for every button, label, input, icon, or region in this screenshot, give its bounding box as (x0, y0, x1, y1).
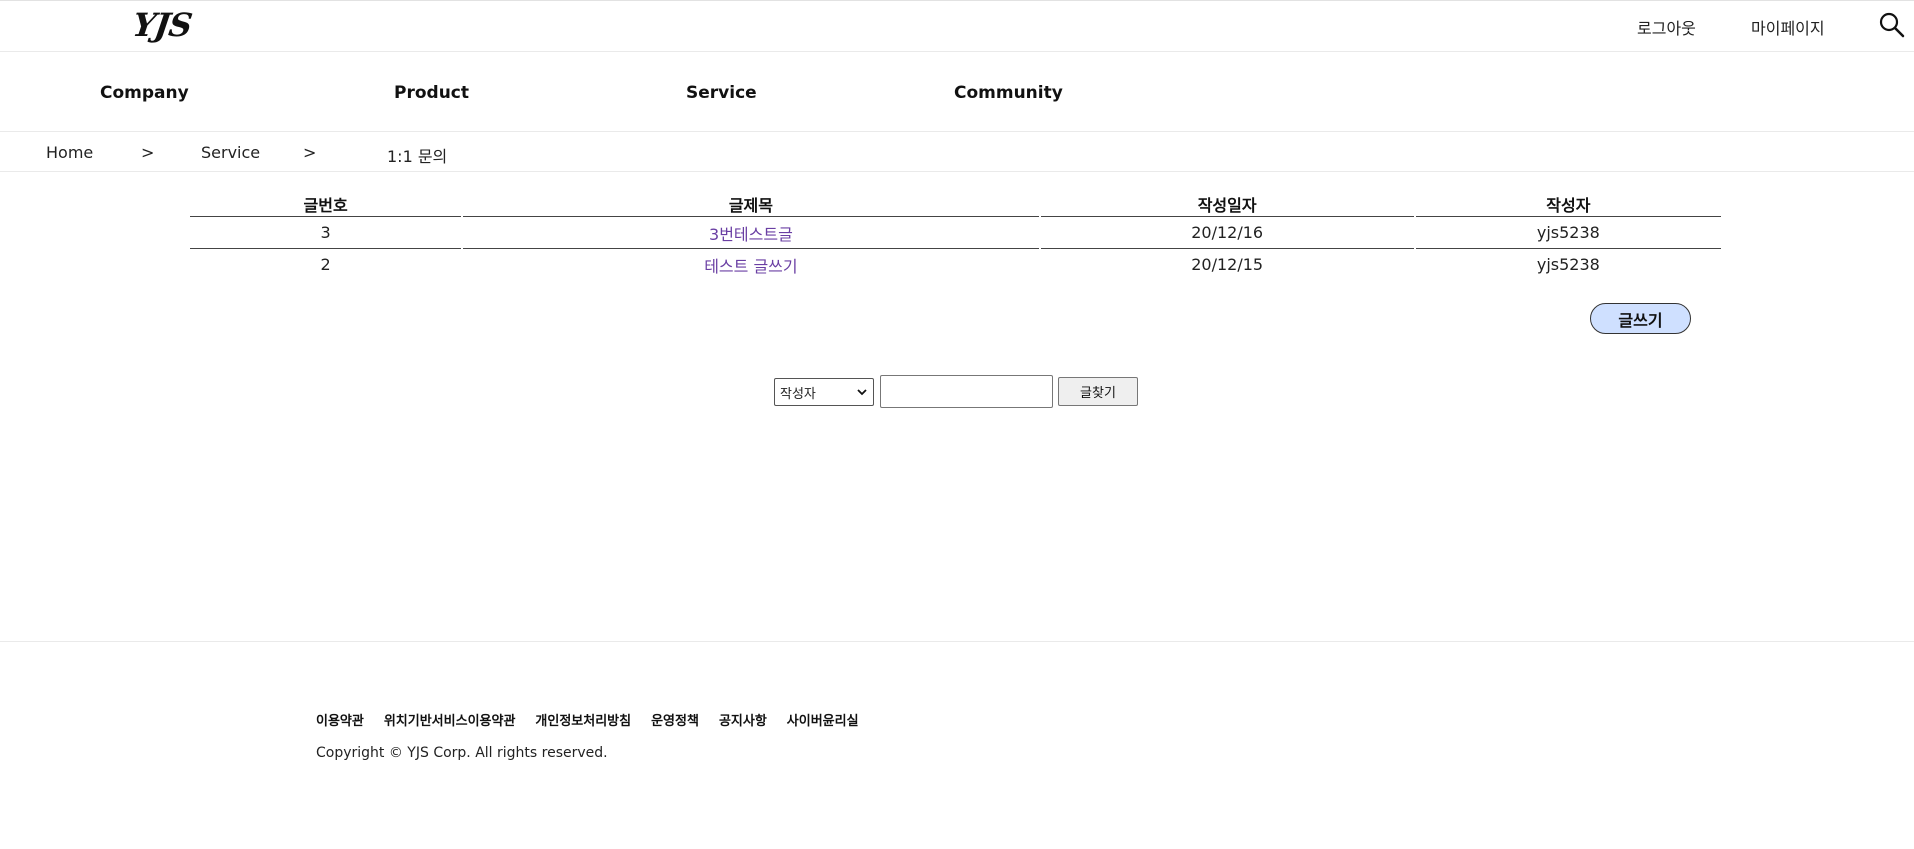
footer-link-policy[interactable]: 운영정책 (651, 710, 699, 729)
breadcrumb-current: 1:1 문의 (387, 147, 448, 166)
search-icon[interactable] (1879, 12, 1905, 38)
nav-service[interactable]: Service (686, 83, 757, 103)
search-field-select[interactable]: 작성자 (774, 378, 874, 406)
column-header-date: 작성일자 (1040, 192, 1414, 217)
column-header-title: 글제목 (463, 192, 1039, 217)
footer-links: 이용약관 위치기반서비스이용약관 개인정보처리방침 운영정책 공지사항 사이버윤… (316, 710, 859, 729)
post-date: 20/12/15 (1191, 255, 1264, 274)
breadcrumb-separator: > (141, 143, 155, 162)
breadcrumb-separator: > (303, 143, 317, 162)
site-logo[interactable]: YJS (130, 6, 193, 44)
top-border (0, 0, 1914, 1)
post-date: 20/12/16 (1040, 217, 1414, 249)
write-post-button[interactable]: 글쓰기 (1590, 303, 1691, 334)
column-header-author: 작성자 (1415, 192, 1721, 217)
nav-divider (0, 131, 1914, 132)
table-row: 3 3번테스트글 20/12/16 yjs5238 (190, 217, 1721, 249)
chevron-down-icon (857, 389, 867, 396)
post-title-link[interactable]: 테스트 글쓰기 (704, 257, 797, 276)
footer-link-terms[interactable]: 이용약관 (316, 710, 364, 729)
post-author: yjs5238 (1536, 255, 1600, 274)
post-number: 2 (320, 255, 331, 274)
post-title-link[interactable]: 3번테스트글 (709, 225, 793, 244)
breadcrumb-home[interactable]: Home (46, 143, 93, 162)
column-header-number: 글번호 (190, 192, 462, 217)
footer-link-location-terms[interactable]: 위치기반서비스이용약관 (384, 710, 516, 729)
nav-company[interactable]: Company (100, 83, 189, 103)
search-input[interactable] (880, 375, 1053, 408)
logout-link[interactable]: 로그아웃 (1637, 15, 1696, 39)
footer-link-privacy[interactable]: 개인정보처리방침 (535, 710, 631, 729)
breadcrumb-divider (0, 171, 1914, 172)
nav-community[interactable]: Community (954, 83, 1063, 103)
selected-option: 작성자 (780, 386, 816, 402)
footer-divider (0, 641, 1914, 642)
breadcrumb-service[interactable]: Service (201, 143, 260, 162)
header-divider (0, 51, 1914, 52)
copyright-text: Copyright © YJS Corp. All rights reserve… (316, 745, 608, 761)
find-post-button[interactable]: 글찾기 (1058, 377, 1138, 406)
inquiry-table: 글번호 글제목 작성일자 작성자 3 3번테스트글 20/12/16 yjs52… (188, 192, 1723, 280)
table-row: 2 테스트 글쓰기 20/12/15 yjs5238 (190, 249, 1721, 280)
mypage-link[interactable]: 마이페이지 (1751, 15, 1825, 39)
post-author: yjs5238 (1415, 217, 1721, 249)
footer-link-notice[interactable]: 공지사항 (719, 710, 767, 729)
table-header-row: 글번호 글제목 작성일자 작성자 (190, 192, 1721, 217)
footer-link-cyber-ethics[interactable]: 사이버윤리실 (787, 710, 859, 729)
nav-product[interactable]: Product (394, 83, 469, 103)
post-number: 3 (190, 217, 462, 249)
